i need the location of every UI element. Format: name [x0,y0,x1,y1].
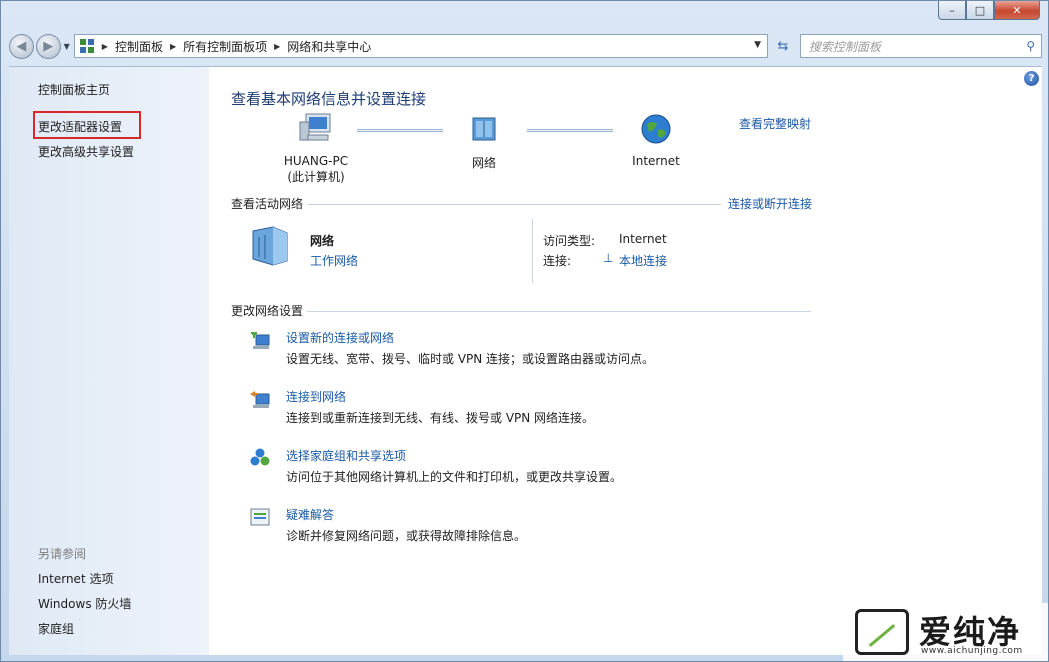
forward-button[interactable]: ▶ [35,33,61,59]
vertical-divider [532,219,533,283]
help-icon[interactable]: ? [1024,71,1039,86]
task-title[interactable]: 设置新的连接或网络 [286,329,394,346]
computer-node: HUANG-PC (此计算机) [273,112,359,185]
view-full-map-link[interactable]: 查看完整映射 [739,115,811,132]
sidebar-change-adapter-link[interactable]: 更改适配器设置 [38,118,122,135]
breadcrumb-network-center[interactable]: 网络和共享中心 [287,38,371,55]
sidebar-internet-options-link[interactable]: Internet 选项 [38,570,113,587]
address-bar[interactable]: ▶ 控制面板 ▶ 所有控制面板项 ▶ 网络和共享中心 ▼ [73,34,769,58]
change-settings-title: 更改网络设置 [231,304,304,318]
connect-disconnect-link[interactable]: 连接或断开连接 [728,195,812,212]
local-connection-link[interactable]: 本地连接 [619,252,667,269]
back-button[interactable]: ◀ [9,33,34,59]
sidebar-home-link[interactable]: 控制面板主页 [38,81,110,98]
connect-network-icon [250,391,270,408]
sidebar-advanced-sharing-link[interactable]: 更改高级共享设置 [38,143,134,160]
search-input[interactable]: 搜索控制面板 ⚲ [799,34,1042,58]
network-icon [472,117,496,141]
active-networks-title: 查看活动网络 [231,197,304,211]
control-panel-icon [79,39,94,53]
recent-pages-dropdown-icon[interactable]: ▼ [64,42,70,51]
refresh-button[interactable]: ⇆ [772,34,794,58]
breadcrumb-separator-icon[interactable]: ▶ [274,42,280,51]
homegroup-icon [250,448,270,466]
watermark: 爱纯净 www.aichunjing.com [843,603,1048,661]
forward-arrow-icon: ▶ [43,38,54,54]
access-type-value: Internet [619,232,667,246]
task-title[interactable]: 疑难解答 [286,506,334,523]
work-network-icon [252,226,288,266]
caption-buttons: – □ ✕ [938,1,1040,20]
task-description: 诊断并修复网络问题，或获得故障排除信息。 [286,529,527,543]
back-arrow-icon: ◀ [16,38,27,54]
task-title[interactable]: 选择家庭组和共享选项 [286,447,406,464]
task-description: 访问位于其他网络计算机上的文件和打印机，或更改共享设置。 [286,470,623,484]
computer-icon [299,113,331,141]
internet-node[interactable]: Internet [621,112,691,168]
connection-label: 连接: [543,254,572,268]
internet-label: Internet [632,154,680,168]
task-description: 连接到或重新连接到无线、有线、拨号或 VPN 网络连接。 [286,411,595,425]
breadcrumb-all-items[interactable]: 所有控制面板项 [183,38,267,55]
watermark-logo-icon [855,609,909,655]
window: – □ ✕ ◀ ▶ ▼ ▶ 控制面板 ▶ 所有控制面板项 ▶ 网络和共享中心 ▼… [0,0,1049,662]
sidebar-firewall-link[interactable]: Windows 防火墙 [38,595,131,612]
globe-icon [641,114,671,144]
see-also-label: 另请参阅 [38,547,87,561]
computer-name: HUANG-PC [283,154,349,168]
section-rule [307,204,721,205]
page-title: 查看基本网络信息并设置连接 [231,90,427,108]
breadcrumb-separator-icon[interactable]: ▶ [102,42,108,51]
breadcrumb-separator-icon[interactable]: ▶ [170,42,176,51]
active-network-name: 网络 [310,234,335,248]
access-type-label: 访问类型: [543,234,596,248]
navigation-bar: ◀ ▶ ▼ ▶ 控制面板 ▶ 所有控制面板项 ▶ 网络和共享中心 ▼ ⇆ 搜索控… [9,32,1042,60]
network-node[interactable]: 网络 [454,112,514,171]
network-type-link[interactable]: 工作网络 [310,252,358,269]
task-title[interactable]: 连接到网络 [286,388,346,405]
close-button[interactable]: ✕ [994,1,1040,20]
map-connector [527,129,613,132]
task-description: 设置无线、宽带、拨号、临时或 VPN 连接；或设置路由器或访问点。 [286,352,655,366]
troubleshoot-icon [250,508,270,526]
new-connection-icon [251,332,270,349]
minimize-button[interactable]: – [938,1,966,20]
network-label: 网络 [471,156,496,170]
search-placeholder: 搜索控制面板 [808,39,881,54]
maximize-button[interactable]: □ [966,1,994,20]
main-content: ? 查看基本网络信息并设置连接 查看完整映射 HUANG-PC (此计算机) 网… [209,66,1042,655]
sidebar-homegroup-link[interactable]: 家庭组 [38,620,74,637]
map-connector [357,129,443,132]
computer-sub: (此计算机) [287,170,345,184]
search-icon[interactable]: ⚲ [1026,39,1035,53]
breadcrumb-control-panel[interactable]: 控制面板 [115,38,163,55]
sidebar: 控制面板主页 更改适配器设置 更改高级共享设置 另请参阅 Internet 选项… [9,66,209,655]
refresh-icon: ⇆ [777,38,789,54]
local-connection-icon: ⊥ [603,251,614,265]
watermark-url: www.aichunjing.com [921,646,1023,656]
address-dropdown-icon[interactable]: ▼ [754,40,761,50]
section-rule [307,311,811,312]
